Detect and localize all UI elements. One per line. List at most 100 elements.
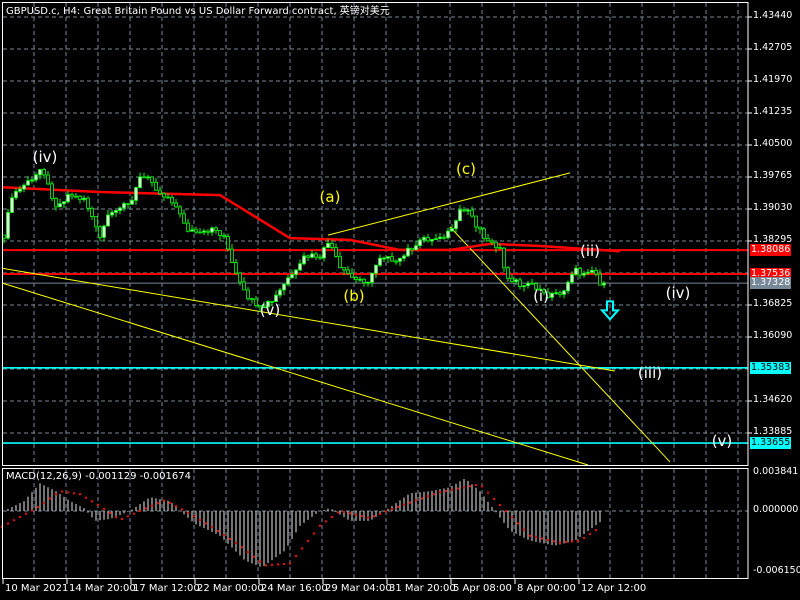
wave-label: (a) [319,188,341,207]
candle-body [62,201,66,205]
candle-body [554,292,558,295]
candle-body [234,262,238,274]
candle-body [186,222,190,232]
macd-signal-point [145,507,147,510]
candle-body [362,278,366,284]
price-level-label: 1.35383 [750,361,791,374]
candle-body [178,206,182,215]
macd-signal-point [127,515,129,518]
candle-body [602,282,606,286]
macd-signal-point [493,497,495,500]
candle-body [458,209,462,222]
horizontal-levels[interactable] [3,249,748,444]
candle-body [486,238,490,242]
macd-signal-point [403,503,405,506]
macd-signal-point [457,487,459,490]
candle-body [382,257,386,260]
macd-signal-point [121,518,123,521]
candle-body [370,272,374,283]
candle-body [142,176,146,179]
candle-body [434,238,438,240]
time-label: 22 Mar 00:00 [197,583,264,594]
candle-body [426,237,430,242]
macd-signal-point [475,484,477,487]
macd-signal-point [277,563,279,566]
candle-body [582,272,586,276]
candle-body [94,216,98,228]
candle-body [230,248,234,264]
candle-body [450,228,454,232]
candle-body [82,197,86,200]
price-tick-label: 1.42705 [753,42,793,53]
candle-body [310,253,314,258]
price-tick-label: 1.33885 [753,426,793,437]
macd-signal-point [523,528,525,531]
candle-body [302,255,306,265]
macd-signal-point [409,501,411,504]
candle-body [298,263,302,271]
candle-body [46,174,50,185]
candle-body [86,197,90,209]
candle-body [390,256,394,262]
macd-signal-point [547,538,549,541]
macd-signal-point [253,555,255,558]
macd-signal-point [499,504,501,507]
candle-body [134,187,138,201]
macd-signal-point [271,563,273,566]
candle-body [514,279,518,283]
candle-body [278,289,282,296]
macd-signal-point [229,538,231,541]
macd-signal-point [553,540,555,543]
candle-body [378,257,382,266]
candle-body [334,247,338,257]
chart-frame [2,2,752,584]
candle-body [306,255,310,258]
candle-body [374,264,378,274]
price-tick-label: 1.34620 [753,394,793,405]
macd-signal-point [535,536,537,539]
candle-body [326,242,330,249]
candle-body [130,199,134,205]
macd-signal-point [373,515,375,518]
candle-body [586,271,590,274]
macd-title: MACD(12,26,9) -0.001129 -0.001674 [6,471,191,482]
candle-body [526,282,530,286]
macd-signal-point [55,493,57,496]
macd-signal-point [469,485,471,488]
macd-signal-point [133,512,135,515]
candle-body [338,256,342,269]
candle-body [42,169,46,176]
macd-signal-point [595,529,597,532]
candle-body [454,220,458,230]
candle-body [550,292,554,298]
candle-body [114,210,118,213]
macd-signal-point [361,515,363,518]
macd-signal-point [157,502,159,505]
wave-label: (iv) [32,147,58,166]
macd-signal-point [193,515,195,518]
candle-body [430,239,434,242]
macd-signal-point [415,499,417,502]
candle-body [222,235,226,238]
price-level-label: 1.33655 [750,437,791,449]
macd-signal-point [397,505,399,508]
macd-signal-point [73,492,75,495]
candle-body [294,269,298,275]
candle-body [282,283,286,291]
candle-body [14,190,18,199]
macd-signal-point [517,522,519,525]
candle-body [26,180,30,186]
trendline [449,226,671,463]
candle-body [342,267,346,271]
candle-body [530,282,534,285]
candle-body [170,197,174,204]
candle-body [506,267,510,279]
time-label: 12 Apr 12:00 [581,583,647,594]
macd-signal-point [349,512,351,515]
candle-body [438,236,442,239]
candle-body [214,227,218,231]
candle-body [126,203,130,205]
trendlines[interactable] [1,172,671,466]
macd-signal-point [175,505,177,508]
macd-signal-point [247,550,249,553]
